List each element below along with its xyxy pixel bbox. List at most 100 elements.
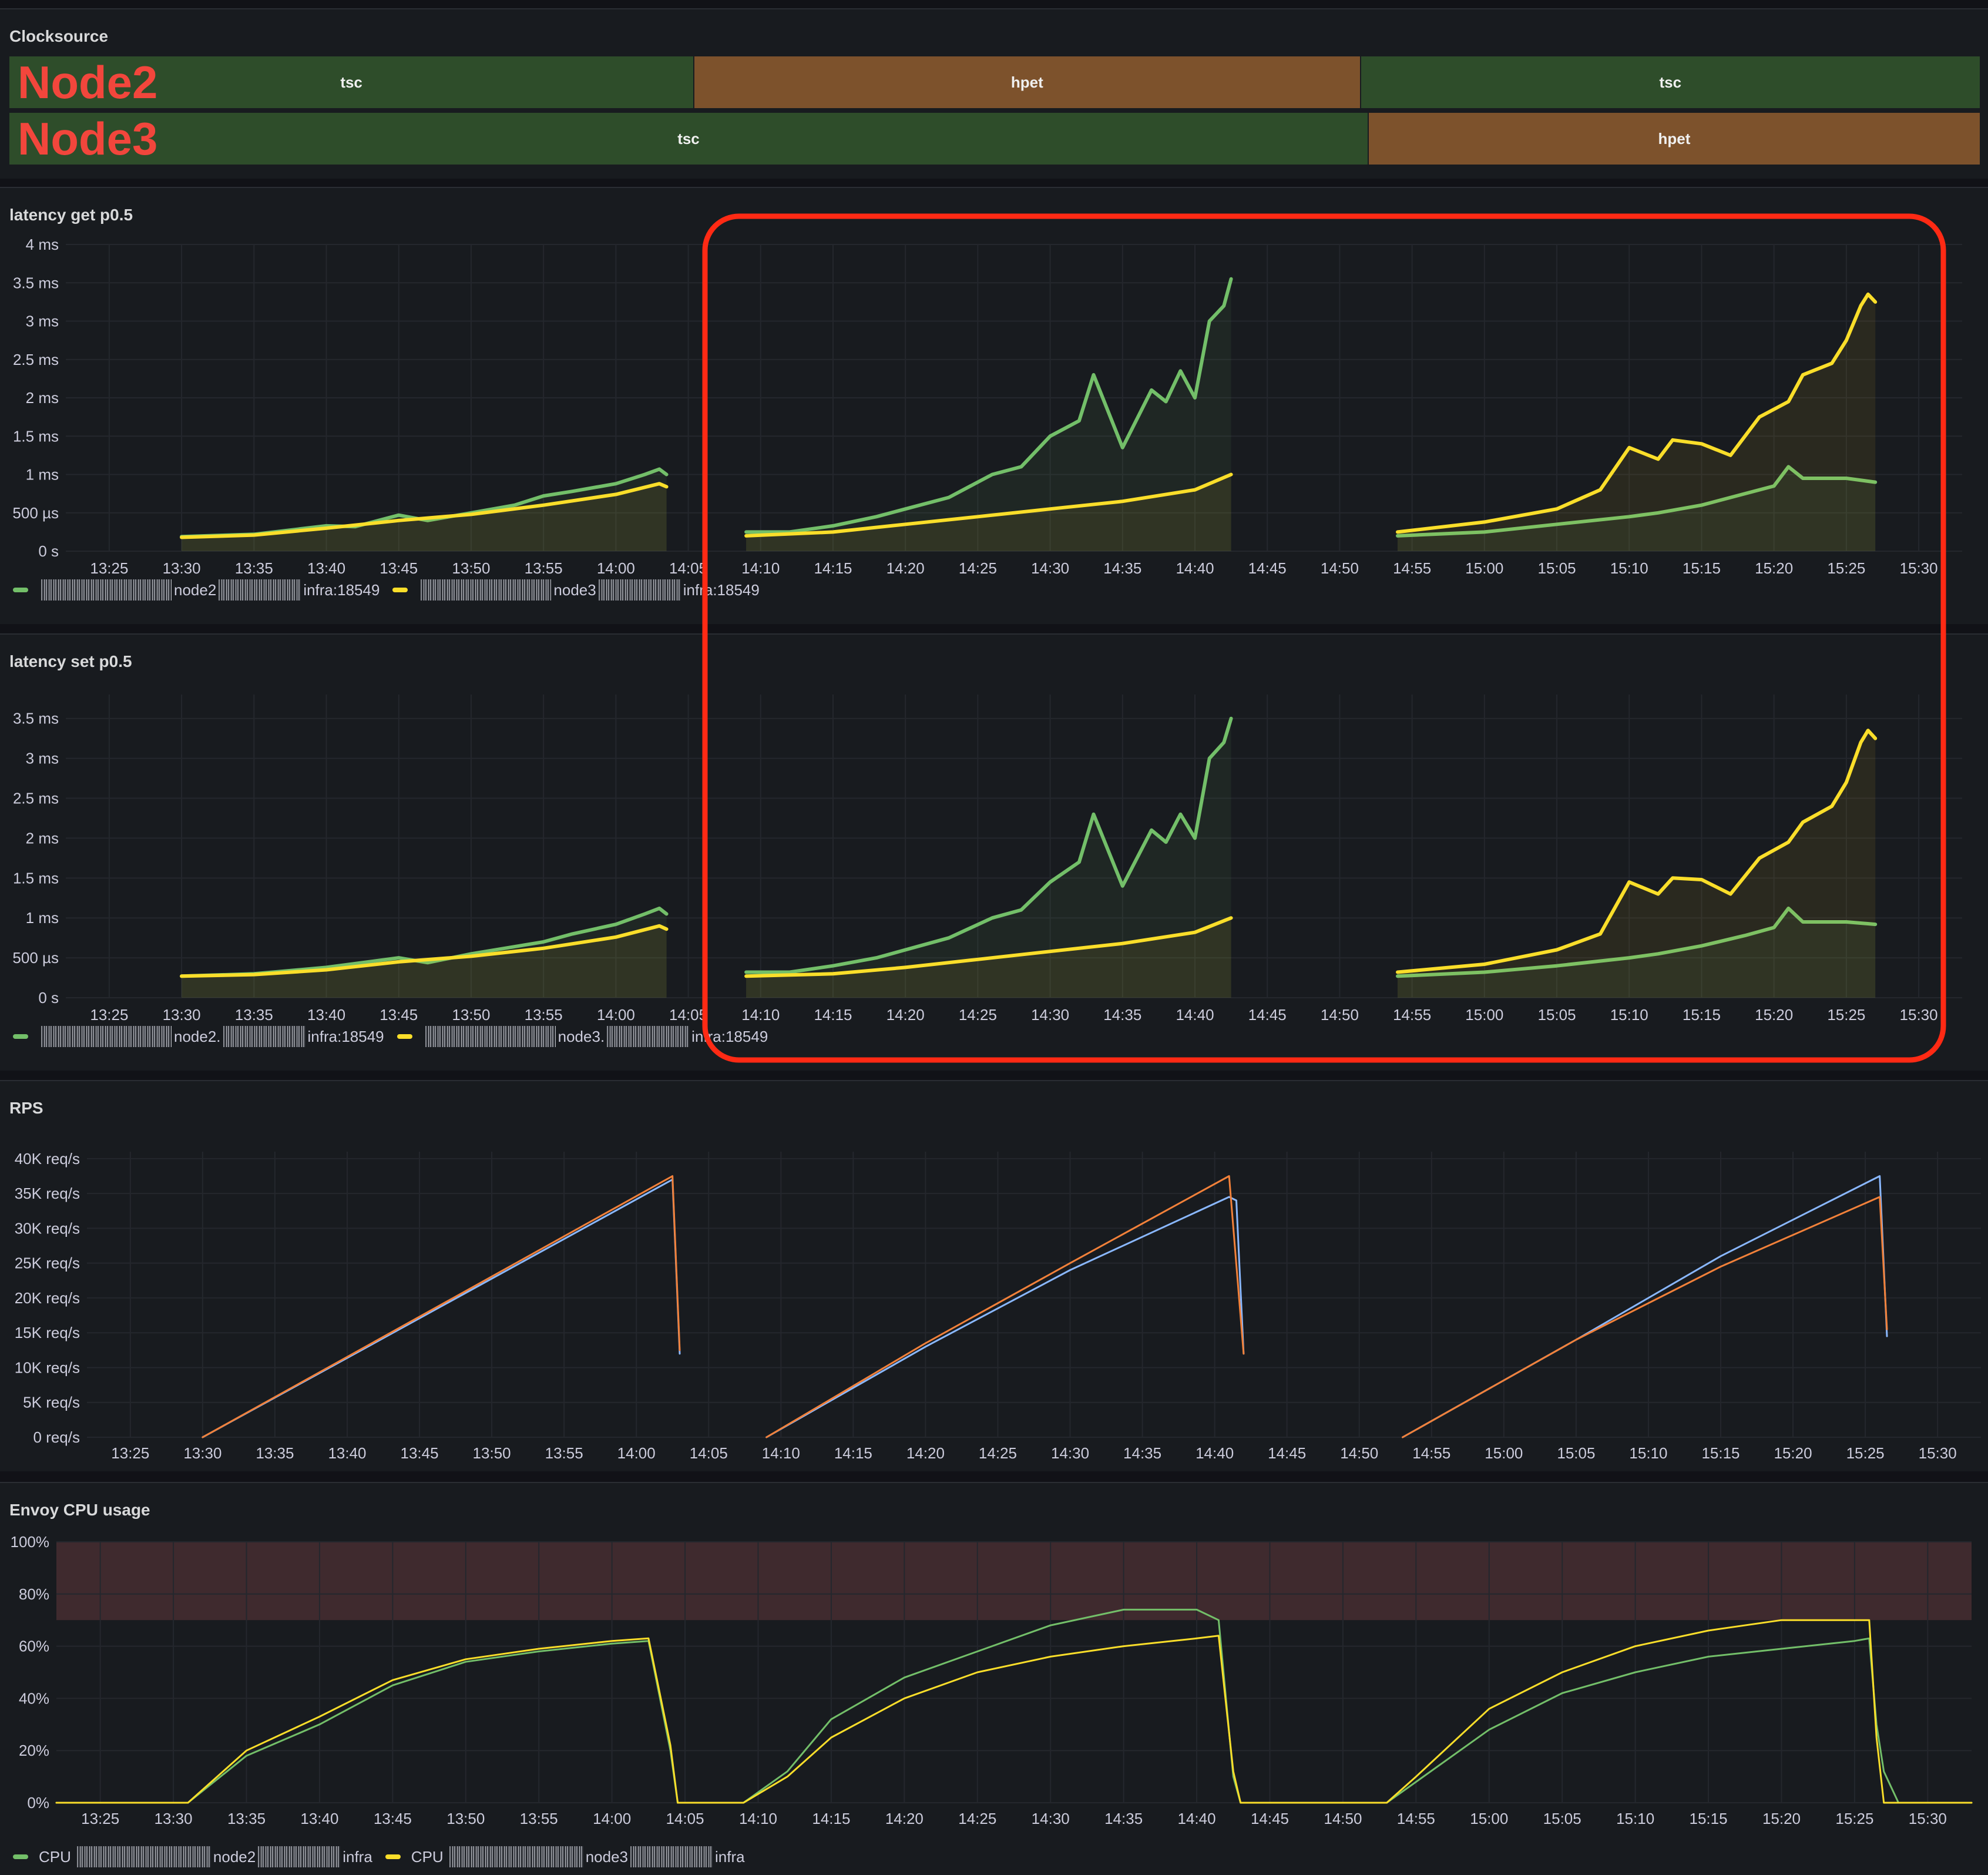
legend-item-node2[interactable]: CPU node2 infra bbox=[13, 1846, 372, 1867]
series-line bbox=[765, 1196, 1245, 1438]
y-tick-label: 2 ms bbox=[26, 829, 59, 847]
series-line bbox=[202, 1178, 681, 1438]
x-tick-label: 14:50 bbox=[1340, 1444, 1378, 1462]
y-tick-label: 500 µs bbox=[12, 949, 59, 967]
x-tick-label: 14:15 bbox=[814, 1006, 852, 1024]
x-tick-label: 13:35 bbox=[235, 559, 273, 577]
redacted-block bbox=[223, 1026, 305, 1047]
x-tick-label: 14:00 bbox=[597, 1006, 635, 1024]
x-tick-label: 13:45 bbox=[380, 1006, 418, 1024]
x-tick-label: 13:45 bbox=[401, 1444, 439, 1462]
clocksource-segment[interactable]: hpet bbox=[694, 56, 1360, 108]
x-tick-label: 15:10 bbox=[1616, 1810, 1654, 1827]
y-tick-label: 3.5 ms bbox=[13, 274, 59, 291]
redacted-block bbox=[41, 579, 172, 601]
x-tick-label: 14:55 bbox=[1393, 559, 1431, 577]
x-tick-label: 15:15 bbox=[1683, 1006, 1721, 1024]
clocksource-segment[interactable]: tsc bbox=[1361, 56, 1980, 108]
x-tick-label: 15:10 bbox=[1629, 1444, 1667, 1462]
x-tick-label: 13:35 bbox=[227, 1810, 266, 1827]
x-tick-label: 13:25 bbox=[90, 559, 128, 577]
legend-item-node2[interactable]: node2. infra:18549 bbox=[13, 1026, 384, 1047]
x-tick-label: 13:40 bbox=[307, 559, 345, 577]
x-tick-label: 15:20 bbox=[1755, 1006, 1793, 1024]
x-tick-label: 14:10 bbox=[762, 1444, 800, 1462]
node-label: Node2 bbox=[18, 56, 158, 108]
y-tick-label: 40% bbox=[19, 1689, 49, 1707]
x-tick-label: 15:20 bbox=[1762, 1810, 1801, 1827]
legend-host: node3. bbox=[558, 1027, 605, 1045]
x-tick-label: 14:30 bbox=[1031, 559, 1069, 577]
y-tick-label: 10K req/s bbox=[15, 1359, 80, 1376]
legend-host: node3 bbox=[585, 1847, 629, 1866]
y-tick-label: 4 ms bbox=[26, 236, 59, 253]
x-tick-label: 15:20 bbox=[1755, 559, 1793, 577]
x-tick-label: 15:15 bbox=[1701, 1444, 1740, 1462]
x-tick-label: 13:45 bbox=[380, 559, 418, 577]
x-tick-label: 13:55 bbox=[525, 1006, 563, 1024]
redacted-block bbox=[630, 1846, 713, 1867]
legend-port: infra:18549 bbox=[307, 1027, 384, 1045]
x-tick-label: 14:30 bbox=[1032, 1810, 1070, 1827]
x-tick-label: 14:05 bbox=[669, 559, 707, 577]
legend-host: node2 bbox=[213, 1847, 256, 1866]
y-tick-label: 2.5 ms bbox=[13, 790, 59, 807]
series-line bbox=[1402, 1196, 1888, 1438]
x-tick-label: 15:25 bbox=[1846, 1444, 1885, 1462]
y-tick-label: 1 ms bbox=[26, 909, 59, 927]
y-tick-label: 0 s bbox=[38, 989, 59, 1007]
x-tick-label: 13:50 bbox=[452, 559, 490, 577]
panel-title: Clocksource bbox=[9, 27, 109, 45]
redacted-block bbox=[219, 579, 301, 601]
x-tick-label: 15:05 bbox=[1538, 1006, 1576, 1024]
x-tick-label: 14:40 bbox=[1178, 1810, 1216, 1827]
y-tick-label: 0 s bbox=[38, 542, 59, 560]
y-tick-label: 500 µs bbox=[12, 504, 59, 522]
x-tick-label: 15:15 bbox=[1690, 1810, 1728, 1827]
x-tick-label: 13:30 bbox=[163, 559, 201, 577]
x-tick-label: 14:35 bbox=[1103, 1006, 1141, 1024]
x-tick-label: 14:05 bbox=[666, 1810, 704, 1827]
y-tick-label: 60% bbox=[19, 1638, 49, 1655]
legend: node2 infra:18549 node3 infra:18549 bbox=[13, 579, 773, 601]
redacted-block bbox=[425, 1026, 556, 1047]
y-tick-label: 15K req/s bbox=[15, 1324, 80, 1341]
legend: CPU node2 infra CPU node3 infra bbox=[13, 1846, 758, 1867]
legend-swatch bbox=[13, 1854, 28, 1859]
clocksource-segment[interactable]: hpet bbox=[1368, 113, 1980, 165]
x-tick-label: 14:25 bbox=[959, 559, 997, 577]
y-tick-label: 2.5 ms bbox=[13, 351, 59, 368]
legend-item-node3[interactable]: CPU node3 infra bbox=[385, 1846, 745, 1867]
x-tick-label: 14:50 bbox=[1324, 1810, 1362, 1827]
legend-prefix: CPU bbox=[411, 1847, 444, 1866]
x-tick-label: 15:20 bbox=[1774, 1444, 1812, 1462]
legend: node2. infra:18549 node3. infra:18549 bbox=[13, 1026, 781, 1047]
legend-item-node3[interactable]: node3 infra:18549 bbox=[392, 579, 760, 601]
series-line bbox=[55, 1608, 1973, 1804]
legend-host: node2. bbox=[174, 1027, 221, 1045]
y-tick-label: 3 ms bbox=[26, 750, 59, 767]
y-tick-label: 2 ms bbox=[26, 389, 59, 407]
series-line bbox=[1402, 1175, 1888, 1438]
node-label: Node3 bbox=[18, 113, 158, 165]
y-tick-label: 20% bbox=[19, 1742, 49, 1759]
x-tick-label: 14:50 bbox=[1321, 1006, 1359, 1024]
x-tick-label: 13:45 bbox=[374, 1810, 412, 1827]
x-tick-label: 13:40 bbox=[307, 1006, 345, 1024]
x-tick-label: 15:00 bbox=[1485, 1444, 1523, 1462]
redacted-block bbox=[607, 1026, 690, 1047]
legend-item-node2[interactable]: node2 infra:18549 bbox=[13, 579, 380, 601]
legend-item-node3[interactable]: node3. infra:18549 bbox=[397, 1026, 768, 1047]
x-tick-label: 15:15 bbox=[1683, 559, 1721, 577]
x-tick-label: 13:40 bbox=[328, 1444, 366, 1462]
x-tick-label: 14:00 bbox=[593, 1810, 631, 1827]
clocksource-segment[interactable]: tsc bbox=[9, 113, 1368, 165]
x-tick-label: 14:00 bbox=[617, 1444, 656, 1462]
x-tick-label: 15:05 bbox=[1543, 1810, 1581, 1827]
y-tick-label: 0 req/s bbox=[33, 1428, 80, 1446]
x-tick-label: 13:35 bbox=[235, 1006, 273, 1024]
legend-suffix: infra bbox=[342, 1847, 372, 1866]
x-tick-label: 13:50 bbox=[452, 1006, 490, 1024]
y-tick-label: 1.5 ms bbox=[13, 427, 59, 445]
x-tick-label: 15:30 bbox=[1900, 1006, 1938, 1024]
